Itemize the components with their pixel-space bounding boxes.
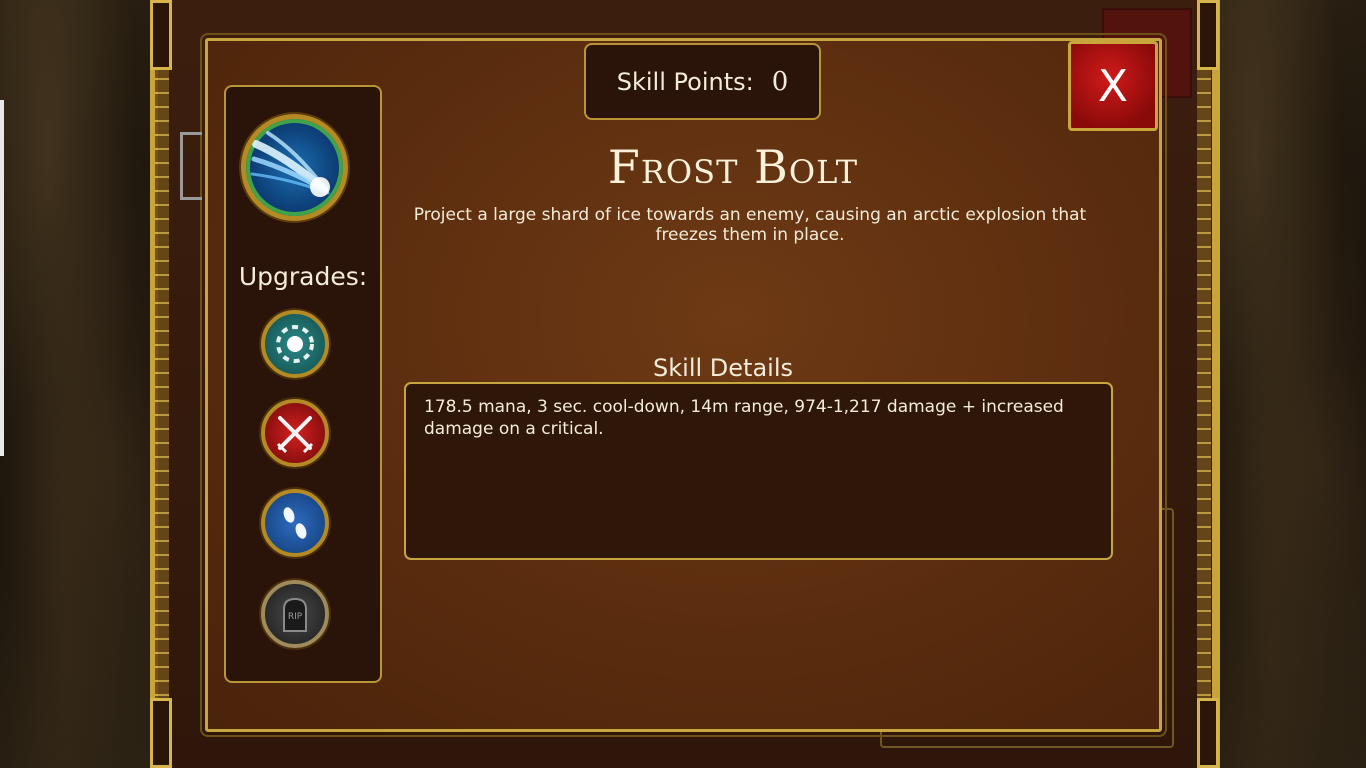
- upgrade-1-button[interactable]: [261, 310, 329, 378]
- upgrade-3-button[interactable]: [261, 489, 329, 557]
- corner-ornament-bottom-left: [150, 698, 172, 768]
- corner-ornament-bottom-right: [1197, 698, 1219, 768]
- upgrade-2-button[interactable]: [261, 399, 329, 467]
- rune-border-left: [155, 30, 169, 738]
- dotted-ring-icon: [276, 325, 314, 363]
- background-edge-bar: [0, 100, 4, 456]
- background-left: [0, 0, 160, 768]
- side-tab-fragment: [180, 132, 202, 200]
- upgrade-4-button[interactable]: RIP: [261, 580, 329, 648]
- skill-points-label: Skill Points:: [616, 67, 754, 96]
- upgrades-label: Upgrades:: [238, 262, 368, 291]
- skill-points-value: 0: [771, 66, 789, 97]
- rip-tombstone-icon: RIP: [283, 597, 307, 632]
- crossed-swords-icon: [276, 416, 314, 454]
- corner-ornament-top-left: [150, 0, 172, 70]
- skill-points-box: Skill Points: 0: [584, 43, 821, 120]
- skill-details-box: 178.5 mana, 3 sec. cool-down, 14m range,…: [404, 382, 1113, 560]
- frost-bolt-icon: [241, 114, 348, 221]
- close-button[interactable]: X: [1068, 41, 1158, 131]
- rune-border-right: [1197, 30, 1211, 738]
- corner-ornament-top-right: [1197, 0, 1219, 70]
- skill-details-heading: Skill Details: [653, 354, 793, 382]
- skill-details-text: 178.5 mana, 3 sec. cool-down, 14m range,…: [424, 397, 1064, 439]
- svg-text:RIP: RIP: [288, 612, 303, 622]
- background-right: [1206, 0, 1366, 768]
- skill-description: Project a large shard of ice towards an …: [413, 205, 1087, 245]
- footprints-icon: [283, 507, 307, 539]
- skill-title: Frost Bolt: [607, 140, 859, 194]
- frost-bolt-graphic: [250, 131, 330, 197]
